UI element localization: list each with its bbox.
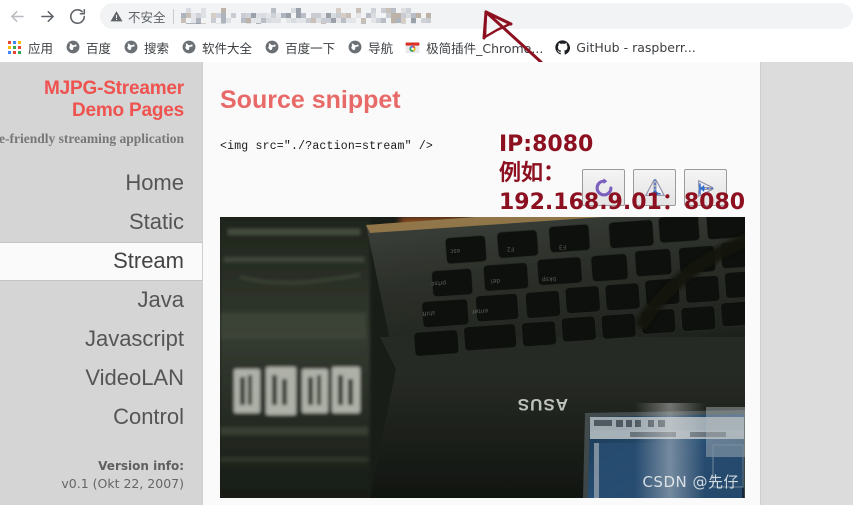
annotation-line-2: 例如： (499, 161, 565, 186)
bookmark-label: 应用 (28, 38, 53, 57)
bookmark-baidu-search[interactable]: 百度一下 (259, 35, 342, 59)
bookmark-label: 搜索 (144, 38, 169, 57)
sidebar-item-control[interactable]: Control (0, 398, 202, 437)
apps-grid-icon (6, 39, 23, 56)
brand-title-line2: Demo Pages (0, 100, 184, 122)
reload-button[interactable] (62, 2, 92, 30)
main-content: Source snippet <img src="./?action=strea… (202, 62, 761, 505)
bookmark-label: 极简插件_Chrome... (426, 38, 543, 57)
forward-button[interactable] (32, 2, 62, 30)
webcam-frame: esc F2 F3 prtsc del bksp shift enter ASU… (220, 217, 745, 498)
sidebar-nav: Home Static Stream Java Javascript Video… (0, 164, 202, 437)
forward-arrow-icon (38, 7, 57, 26)
annotation-line-3: 192.168.9.01：8080 (499, 190, 745, 215)
address-bar[interactable]: 不安全 (100, 3, 853, 29)
sidebar-item-javascript[interactable]: Javascript (0, 320, 202, 359)
globe-icon (263, 39, 280, 56)
brand-tagline: resource-friendly streaming application (0, 130, 184, 147)
version-value: v0.1 (Okt 22, 2007) (0, 476, 184, 491)
bookmark-apps[interactable]: 应用 (2, 35, 60, 59)
warning-triangle-icon (110, 10, 123, 23)
sidebar-item-stream[interactable]: Stream (0, 242, 202, 281)
back-button[interactable] (2, 2, 32, 30)
bookmark-github[interactable]: GitHub - raspberr... (550, 35, 702, 59)
page-viewport: MJPG-Streamer Demo Pages resource-friend… (0, 62, 853, 505)
brand-title-line1: MJPG-Streamer (0, 78, 184, 100)
github-icon (554, 39, 571, 56)
annotation-note: IP:8080 例如： 192.168.9.01：8080 (499, 130, 745, 217)
omnibox-divider (173, 9, 174, 24)
sidebar: MJPG-Streamer Demo Pages resource-friend… (0, 62, 202, 505)
globe-icon (122, 39, 139, 56)
url-text-pixelated[interactable] (181, 8, 843, 24)
globe-icon (346, 39, 363, 56)
bookmark-baidu[interactable]: 百度 (60, 35, 118, 59)
bookmark-search[interactable]: 搜索 (118, 35, 176, 59)
bookmarks-bar: 应用 百度 搜索 软件大全 百度一下 导航 极简插件_Chrome... Git… (0, 32, 853, 62)
security-status-label: 不安全 (128, 7, 166, 26)
back-arrow-icon (8, 7, 27, 26)
sidebar-item-home[interactable]: Home (0, 164, 202, 203)
bookmark-label: 导航 (368, 38, 393, 57)
version-info: Version info: v0.1 (Okt 22, 2007) (0, 459, 202, 491)
page-title: Source snippet (220, 88, 760, 113)
sidebar-item-java[interactable]: Java (0, 281, 202, 320)
sidebar-item-videolan[interactable]: VideoLAN (0, 359, 202, 398)
bookmark-label: GitHub - raspberr... (576, 40, 695, 55)
bookmark-label: 软件大全 (202, 38, 252, 57)
site-branding: MJPG-Streamer Demo Pages resource-friend… (0, 62, 202, 147)
annotation-line-1: IP:8080 (499, 132, 593, 157)
browser-chrome: 不安全 应用 百度 搜索 软件大全 百度一下 导航 极简插件_Chrome...… (0, 0, 853, 62)
bookmark-navigation[interactable]: 导航 (342, 35, 400, 59)
chrome-store-icon (404, 39, 421, 56)
globe-icon (180, 39, 197, 56)
sidebar-item-static[interactable]: Static (0, 203, 202, 242)
bookmark-label: 百度一下 (285, 38, 335, 57)
globe-icon (64, 39, 81, 56)
reload-icon (68, 7, 87, 26)
version-label: Version info: (0, 459, 184, 473)
bookmark-chrome-extension[interactable]: 极简插件_Chrome... (400, 35, 550, 59)
bookmark-software[interactable]: 软件大全 (176, 35, 259, 59)
stream-image: esc F2 F3 prtsc del bksp shift enter ASU… (220, 217, 745, 498)
bookmark-label: 百度 (86, 38, 111, 57)
browser-toolbar: 不安全 (0, 0, 853, 32)
